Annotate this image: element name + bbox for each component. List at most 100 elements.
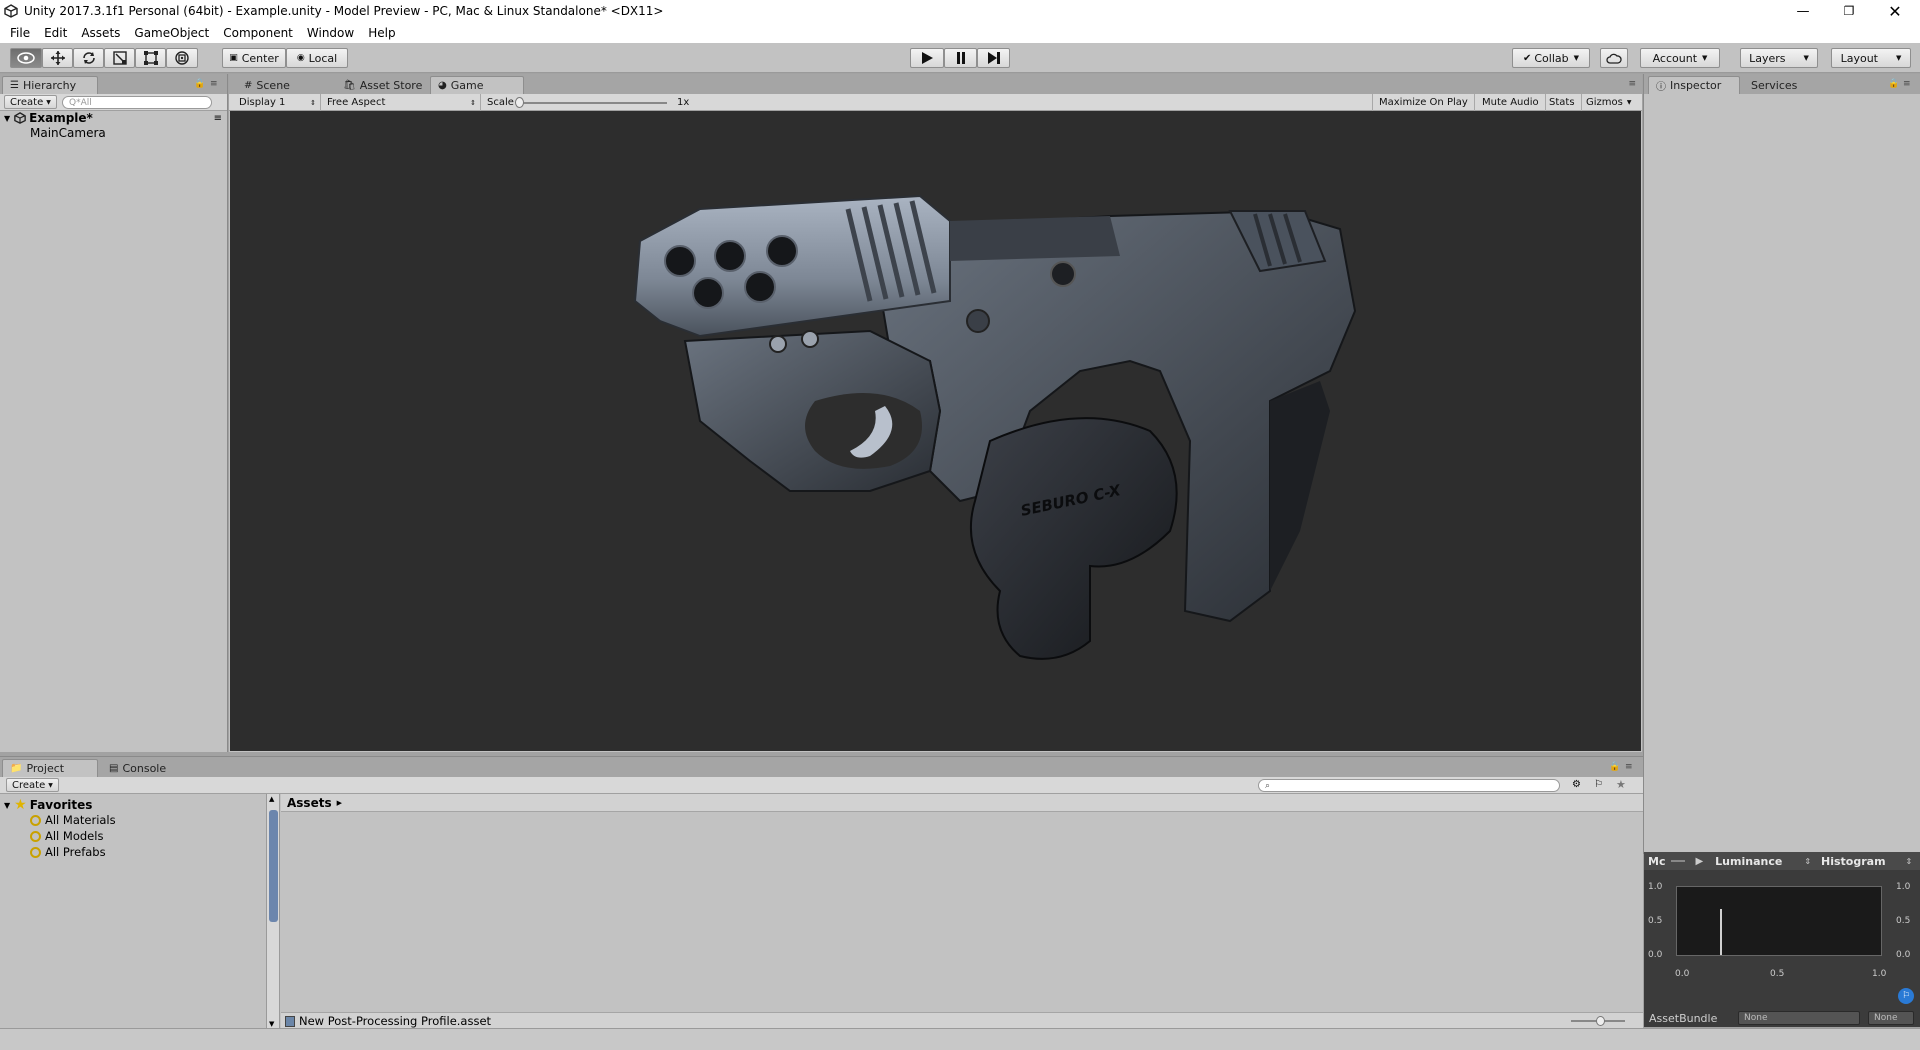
chevron-down-icon: ▼ [1702,54,1708,62]
updown-icon: ⇕ [1905,856,1913,866]
mute-audio-toggle[interactable]: Mute Audio [1476,94,1546,111]
close-button[interactable]: ✕ [1872,0,1918,22]
pivot-local-button[interactable]: ◉ Local [286,48,348,68]
folder-tree-scrollbar[interactable]: ▲ ▼ [266,794,280,1029]
tab-console[interactable]: ▤ Console [102,759,173,777]
assetbundle-dropdown[interactable]: None [1738,1011,1860,1025]
histogram-graph [1676,886,1882,956]
scrollbar-thumb[interactable] [269,810,278,922]
account-dropdown[interactable]: Account ▼ [1640,48,1720,68]
cloud-button[interactable] [1600,48,1628,68]
updown-icon: ⇕ [470,98,476,107]
status-bar [0,1028,1920,1050]
tab-hierarchy[interactable]: ☰ Hierarchy [2,76,98,94]
favorites-header[interactable]: ▼ ★ Favorites [4,797,92,813]
project-search-input[interactable]: ⌕ [1258,779,1560,792]
drag-handle-icon[interactable] [1671,860,1686,862]
tab-asset-store[interactable]: 🛍 Asset Store [336,76,429,94]
menu-assets[interactable]: Assets [74,26,127,40]
scene-menu-icon[interactable]: ≡ [214,113,222,124]
assetbundle-value: None [1744,1013,1768,1023]
filter-label-icon[interactable]: ⚐ [1594,779,1603,790]
panel-menu-icon[interactable]: ≡ [1625,762,1633,772]
lock-icon[interactable]: 🔒 [194,79,205,89]
menu-gameobject[interactable]: GameObject [127,26,216,40]
y-tick-bottom-left: 0.0 [1648,950,1663,960]
scene-row[interactable]: ▼ Example* ≡ [0,110,228,126]
restore-icon: ❐ [1843,4,1855,18]
tab-scene[interactable]: # Scene [237,76,297,94]
favorite-all-models[interactable]: All Models [30,829,103,843]
tab-inspector[interactable]: ⓘ Inspector [1648,76,1740,94]
tab-project[interactable]: 📁 Project [2,759,98,777]
favorite-all-prefabs[interactable]: All Prefabs [30,845,106,859]
cloud-icon [1606,53,1622,64]
aspect-label: Free Aspect [327,97,386,108]
panel-menu-icon[interactable]: ≡ [1903,79,1911,89]
scroll-down-icon[interactable]: ▼ [269,1020,274,1028]
icon-size-slider-handle[interactable] [1596,1016,1605,1026]
menu-window[interactable]: Window [300,26,361,40]
restore-button[interactable]: ❐ [1826,0,1872,22]
hierarchy-create-button[interactable]: Create ▼ [4,95,57,109]
expand-arrow-icon[interactable]: ▼ [4,114,10,123]
move-tool-button[interactable] [42,48,73,68]
game-viewport[interactable]: SEBURO C-X [230,111,1641,751]
panel-menu-icon[interactable]: ≡ [210,79,218,89]
aspect-dropdown[interactable]: Free Aspect ⇕ [321,94,481,111]
favorite-all-materials[interactable]: All Materials [30,813,116,827]
step-button[interactable] [977,48,1010,68]
favorite-label: All Prefabs [45,845,106,859]
local-space-icon: ◉ [296,53,305,63]
assetbundle-variant-dropdown[interactable]: None [1868,1011,1914,1025]
title-bar: Unity 2017.3.1f1 Personal (64bit) - Exam… [0,0,1920,22]
display-dropdown[interactable]: Display 1 ⇕ [233,94,321,111]
asset-label-icon[interactable]: ⚐ [1898,988,1914,1004]
assetbundle-label: AssetBundle [1649,1011,1718,1025]
histogram-spike [1720,909,1722,955]
menu-file[interactable]: File [3,26,37,40]
eye-icon [17,52,35,64]
main-toolbar: ▣ Center ◉ Local ✔ Collab ▼ Account ▼ Layers ▼… [0,43,1920,73]
variant-value: None [1874,1013,1898,1023]
play-preview-icon[interactable]: ▶ [1695,856,1703,867]
channel-dropdown[interactable]: Luminance [1715,855,1782,868]
lock-icon[interactable]: 🔒 [1609,762,1620,772]
x-tick-left: 0.0 [1675,969,1690,979]
layout-dropdown[interactable]: Layout ▼ [1831,48,1911,68]
hierarchy-search-input[interactable]: Q*All [62,96,212,109]
filter-type-icon[interactable]: ⚙ [1572,779,1581,790]
histogram-type-dropdown[interactable]: Histogram [1821,855,1886,868]
scale-slider[interactable] [517,102,667,104]
transform-tool-button[interactable] [166,48,198,68]
pause-button[interactable] [944,48,977,68]
menu-edit[interactable]: Edit [37,26,74,40]
gizmos-dropdown[interactable]: Gizmos ▼ [1580,94,1637,111]
collab-dropdown[interactable]: ✔ Collab ▼ [1512,48,1590,68]
tab-services[interactable]: Services [1744,76,1804,94]
star-icon[interactable]: ★ [1616,778,1626,791]
layers-dropdown[interactable]: Layers ▼ [1740,48,1818,68]
expand-arrow-icon[interactable]: ▼ [4,801,10,810]
menu-help[interactable]: Help [361,26,402,40]
stats-toggle[interactable]: Stats [1543,94,1582,111]
project-create-button[interactable]: Create ▼ [6,778,59,792]
rect-tool-button[interactable] [135,48,166,68]
menu-component[interactable]: Component [216,26,300,40]
scale-tool-button[interactable] [104,48,135,68]
rotate-tool-button[interactable] [73,48,104,68]
breadcrumb-assets[interactable]: Assets [287,796,332,810]
maximize-on-play-toggle[interactable]: Maximize On Play [1372,94,1475,111]
scroll-up-icon[interactable]: ▲ [269,795,274,803]
scale-slider-handle[interactable] [515,97,524,108]
view-tool-button[interactable] [10,48,42,68]
star-icon: ★ [14,797,27,813]
minimize-button[interactable]: — [1780,0,1826,22]
tab-game[interactable]: ◕ Game [430,76,524,94]
hierarchy-item-maincamera[interactable]: MainCamera [30,126,106,140]
play-button[interactable] [910,48,944,68]
lock-icon[interactable]: 🔒 [1888,79,1899,89]
panel-menu-icon[interactable]: ≡ [1628,79,1636,89]
scale-value: 1x [677,97,690,108]
pivot-center-button[interactable]: ▣ Center [222,48,286,68]
